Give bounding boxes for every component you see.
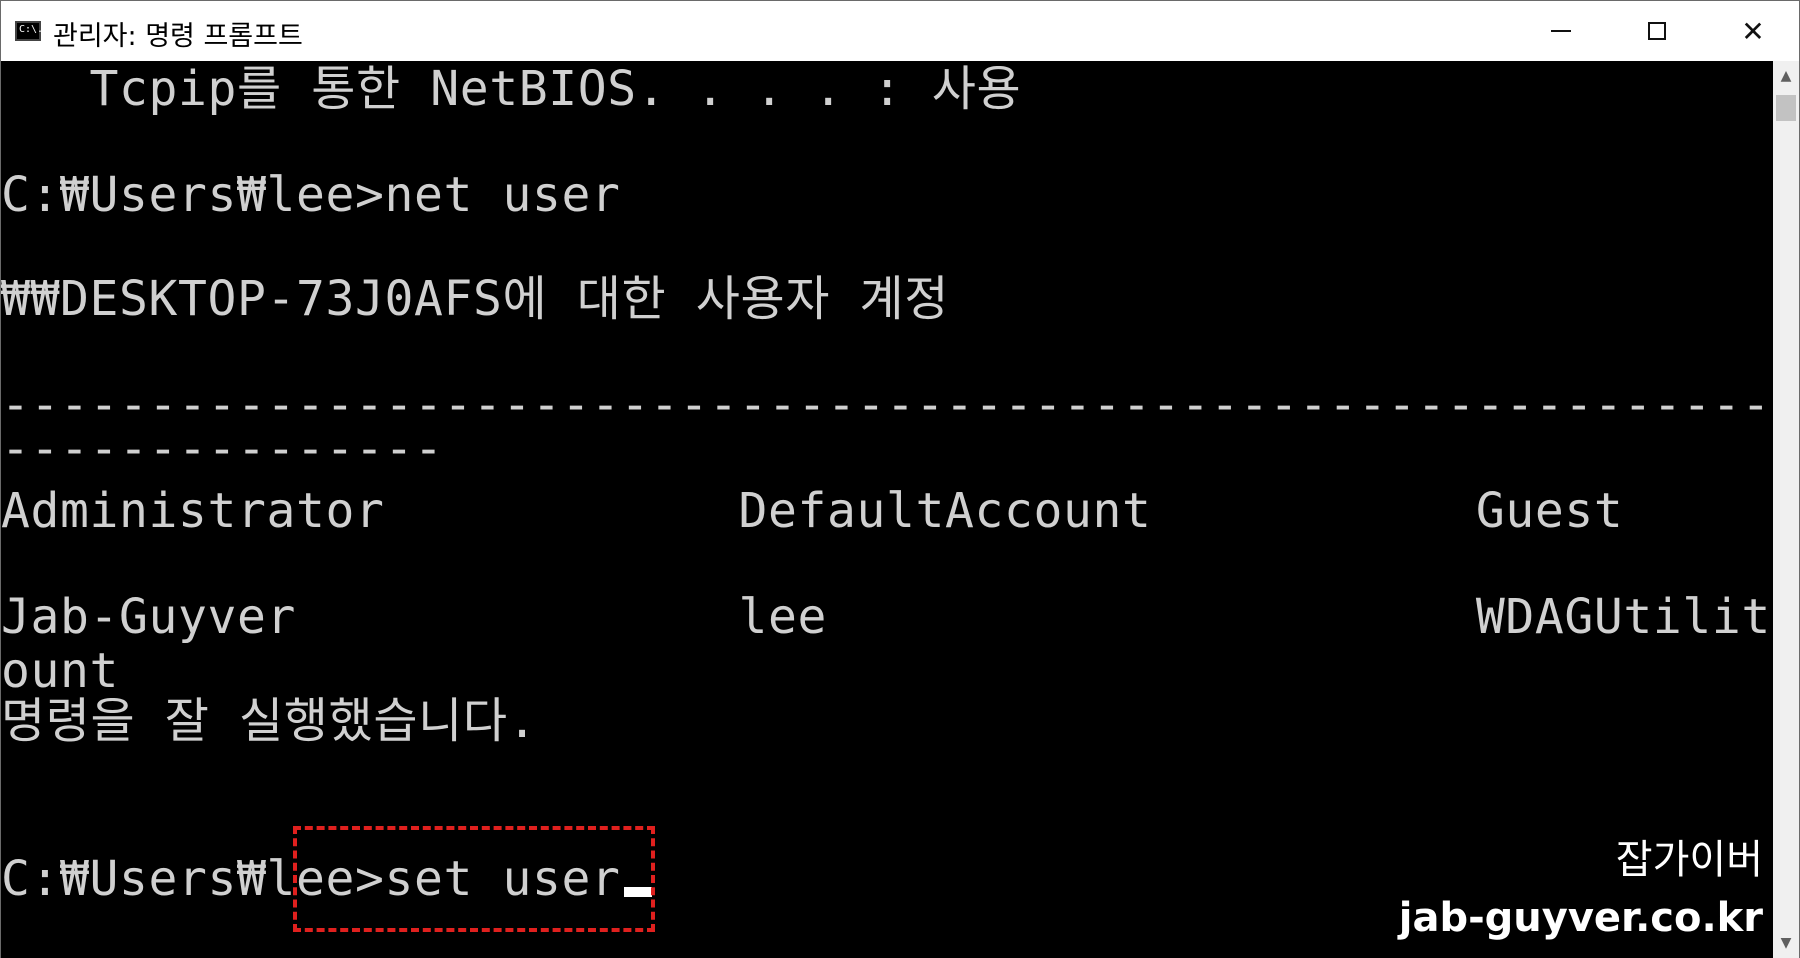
window-title: 관리자: 명령 프롬프트: [53, 21, 303, 52]
console-line: Administrator DefaultAccount Guest: [1, 483, 1624, 539]
scroll-thumb[interactable]: [1776, 95, 1796, 121]
console-line: ount: [1, 643, 119, 699]
close-button[interactable]: ✕: [1705, 1, 1800, 61]
maximize-button[interactable]: [1609, 1, 1705, 61]
cmd-app-icon[interactable]: C:\.: [15, 21, 44, 41]
close-icon: ✕: [1741, 14, 1765, 48]
console-output[interactable]: Tcpip를 통한 NetBIOS. . . . : 사용 C:₩Users₩l…: [1, 61, 1773, 958]
console-line: ---------------: [1, 421, 444, 477]
highlight-annotation-box: [293, 826, 655, 932]
console-line: Jab-Guyver lee WDAGUtilityAcc: [1, 589, 1773, 645]
scroll-down-arrow-icon[interactable]: ▼: [1773, 928, 1799, 958]
watermark-url: jab-guyver.co.kr: [1398, 895, 1763, 941]
console-line: ₩₩DESKTOP-73J0AFS에 대한 사용자 계정: [1, 271, 950, 327]
minimize-icon: [1551, 30, 1571, 32]
cmd-window: C:\. 관리자: 명령 프롬프트 ✕ Tcpip를 통한 NetBIOS. .…: [0, 0, 1800, 958]
console-line: Tcpip를 통한 NetBIOS. . . . : 사용: [1, 61, 1022, 117]
scroll-up-arrow-icon[interactable]: ▲: [1773, 61, 1799, 91]
title-bar[interactable]: C:\. 관리자: 명령 프롬프트 ✕: [1, 1, 1799, 61]
console-line: 명령을 잘 실행했습니다.: [1, 693, 538, 749]
maximize-icon: [1648, 22, 1666, 40]
console-line: C:₩Users₩lee>net user: [1, 167, 621, 223]
app-icon-label: C:\.: [19, 24, 44, 35]
watermark-name: 잡가이버: [1615, 837, 1763, 883]
vertical-scrollbar[interactable]: ▲ ▼: [1773, 61, 1799, 958]
minimize-button[interactable]: [1513, 1, 1609, 61]
